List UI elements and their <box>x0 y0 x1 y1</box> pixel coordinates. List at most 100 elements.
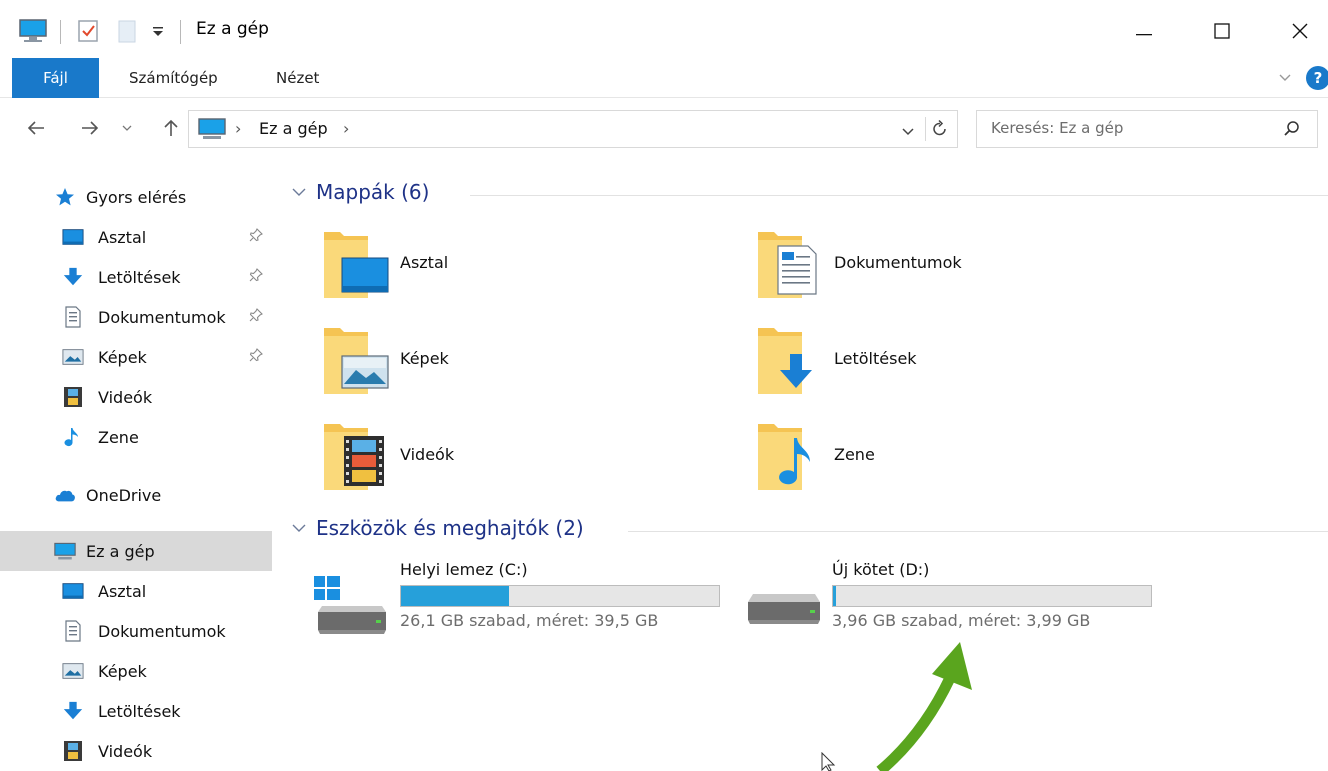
folder-label: Zene <box>834 445 875 464</box>
sidebar-item-label: Letöltések <box>98 267 181 287</box>
back-button[interactable] <box>20 108 52 148</box>
search-box[interactable]: Keresés: Ez a gép <box>976 110 1318 148</box>
folder-tile-pictures[interactable]: Képek <box>322 324 722 404</box>
folder-tile-videos[interactable]: Videók <box>322 420 722 500</box>
sidebar-item-pc-videos[interactable]: Videók <box>0 731 272 771</box>
sidebar-item-label: Dokumentumok <box>98 307 226 327</box>
drive-space-info: 3,96 GB szabad, méret: 3,99 GB <box>832 611 1091 630</box>
desktop-icon <box>62 580 84 602</box>
tab-file[interactable]: Fájl <box>12 58 99 98</box>
drive-icon <box>748 594 820 624</box>
sidebar-item-label: Zene <box>98 427 139 447</box>
close-button[interactable] <box>1272 8 1328 54</box>
drives-group-title: Eszközök és meghajtók (2) <box>316 516 584 540</box>
sidebar-item-pictures[interactable]: Képek <box>0 337 272 377</box>
sidebar-item-downloads[interactable]: Letöltések <box>0 257 272 297</box>
ribbon-expand-icon[interactable] <box>1278 68 1292 87</box>
window-title: Ez a gép <box>196 19 269 39</box>
music-folder-icon <box>758 424 810 490</box>
document-icon <box>62 620 84 642</box>
sidebar-item-pc-pictures[interactable]: Képek <box>0 651 272 691</box>
sidebar-item-desktop[interactable]: Asztal <box>0 217 272 257</box>
sidebar-item-pc-documents[interactable]: Dokumentumok <box>0 611 272 651</box>
search-input[interactable]: Keresés: Ez a gép <box>991 119 1123 137</box>
sidebar-item-label: Ez a gép <box>86 541 155 561</box>
new-folder-icon[interactable] <box>116 16 140 46</box>
quick-access-star-icon <box>54 186 76 208</box>
title-bar: Ez a gép <box>0 0 1328 58</box>
sidebar-item-onedrive[interactable]: OneDrive <box>0 475 272 515</box>
sidebar-item-label: OneDrive <box>86 485 162 505</box>
pin-icon[interactable] <box>249 348 263 366</box>
documents-folder-icon <box>758 232 817 298</box>
sidebar-item-label: Asztal <box>98 227 147 247</box>
mouse-cursor-icon <box>821 752 836 771</box>
pictures-icon <box>62 660 84 682</box>
this-pc-icon <box>54 540 76 562</box>
folder-tile-documents[interactable]: Dokumentumok <box>756 228 1156 308</box>
sidebar-item-documents[interactable]: Dokumentumok <box>0 297 272 337</box>
sidebar-item-label: Asztal <box>98 581 147 601</box>
folder-label: Videók <box>400 445 455 464</box>
drive-name: Helyi lemez (C:) <box>400 560 528 579</box>
address-bar[interactable]: › Ez a gép › <box>188 110 958 148</box>
tab-computer[interactable]: Számítógép <box>129 58 218 98</box>
folder-tile-desktop[interactable]: Asztal <box>322 228 722 308</box>
forward-button[interactable] <box>74 108 106 148</box>
pin-icon[interactable] <box>249 308 263 326</box>
properties-icon[interactable] <box>76 16 100 46</box>
recent-locations-button[interactable] <box>116 108 138 148</box>
download-icon <box>62 700 84 722</box>
this-pc-icon <box>197 116 227 146</box>
pin-icon[interactable] <box>249 228 263 246</box>
windows-drive-icon <box>314 576 386 634</box>
onedrive-cloud-icon <box>54 484 76 506</box>
customize-quick-access-icon[interactable] <box>150 16 166 46</box>
tab-view[interactable]: Nézet <box>276 58 319 98</box>
drive-name: Új kötet (D:) <box>832 560 930 579</box>
up-button[interactable] <box>156 108 186 148</box>
sidebar-item-label: Videók <box>98 387 153 407</box>
drives-group-header[interactable]: Eszközök és meghajtók (2) <box>290 516 584 540</box>
sidebar-item-videos[interactable]: Videók <box>0 377 272 417</box>
folder-tile-music[interactable]: Zene <box>756 420 1156 500</box>
desktop-folder-icon <box>324 232 389 298</box>
breadcrumb-separator[interactable]: › <box>343 119 349 138</box>
folder-tile-downloads[interactable]: Letöltések <box>756 324 1156 404</box>
sidebar-item-label: Gyors elérés <box>86 187 187 207</box>
drive-usage-bar <box>832 585 1152 607</box>
document-icon <box>62 306 84 328</box>
chevron-down-icon <box>292 524 306 532</box>
folder-label: Asztal <box>400 253 449 272</box>
annotation-arrow-icon <box>876 642 972 771</box>
ribbon: Fájl Számítógép Nézet ? <box>0 58 1328 98</box>
drive-space-info: 26,1 GB szabad, méret: 39,5 GB <box>400 611 659 630</box>
folder-label: Dokumentumok <box>834 253 962 272</box>
breadcrumb-this-pc[interactable]: Ez a gép <box>259 119 328 138</box>
maximize-button[interactable] <box>1194 8 1250 54</box>
this-pc-icon <box>18 16 48 46</box>
music-icon <box>62 426 84 448</box>
sidebar-item-music[interactable]: Zene <box>0 417 272 457</box>
refresh-icon[interactable] <box>931 119 949 143</box>
help-button[interactable]: ? <box>1306 66 1328 90</box>
downloads-folder-icon <box>758 328 812 394</box>
sidebar-item-label: Dokumentumok <box>98 621 226 641</box>
folders-group-header[interactable]: Mappák (6) <box>290 180 429 204</box>
sidebar-item-pc-downloads[interactable]: Letöltések <box>0 691 272 731</box>
sidebar-item-label: Videók <box>98 741 153 761</box>
search-icon[interactable] <box>1283 120 1301 142</box>
address-dropdown-icon[interactable] <box>901 123 915 142</box>
download-icon <box>62 266 84 288</box>
drive-usage-fill <box>401 586 509 606</box>
sidebar-item-pc-desktop[interactable]: Asztal <box>0 571 272 611</box>
sidebar-item-quick-access[interactable]: Gyors elérés <box>0 177 272 217</box>
pictures-folder-icon <box>324 328 389 394</box>
sidebar-item-this-pc[interactable]: Ez a gép <box>0 531 272 571</box>
video-icon <box>62 740 84 762</box>
breadcrumb-separator[interactable]: › <box>235 119 241 138</box>
pin-icon[interactable] <box>249 268 263 286</box>
drive-usage-fill <box>833 586 836 606</box>
minimize-button[interactable] <box>1116 8 1172 54</box>
folders-group-title: Mappák (6) <box>316 180 430 204</box>
